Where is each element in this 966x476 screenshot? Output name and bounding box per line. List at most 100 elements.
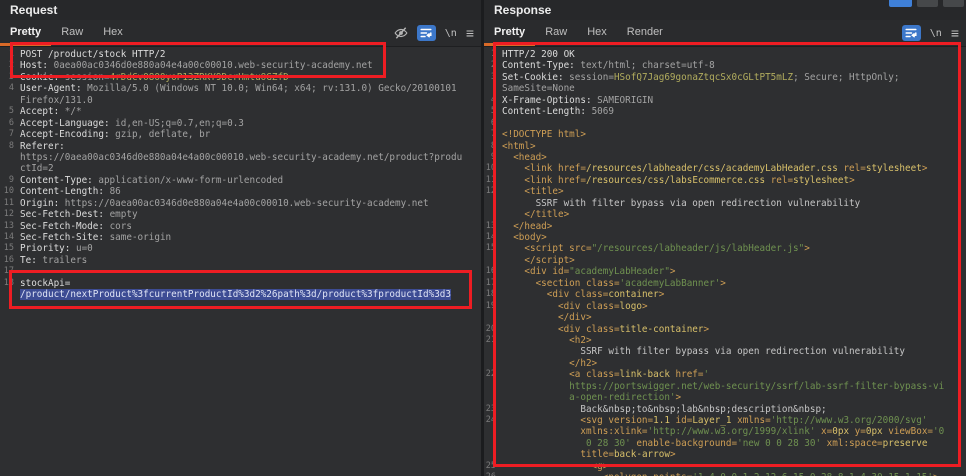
line-number: 23 xyxy=(484,404,496,415)
response-tabbar: Pretty Raw Hex Render \n ≡ xyxy=(484,20,966,47)
line-number: 6 xyxy=(484,118,496,129)
response-tab-pretty[interactable]: Pretty xyxy=(484,20,535,46)
panel-button[interactable] xyxy=(943,0,964,7)
line-number xyxy=(484,449,496,460)
line-number: 17 xyxy=(484,278,496,289)
code-line: 3Set-Cookie: session=HSofQ7Jag69gonaZtqc… xyxy=(484,72,966,83)
code-text: Sec-Fetch-Mode: cors xyxy=(20,221,132,232)
code-line: xmlns:xlink='http://www.w3.org/1999/xlin… xyxy=(484,426,966,437)
code-line: 4User-Agent: Mozilla/5.0 (Windows NT 10.… xyxy=(0,83,481,94)
code-line: SameSite=None xyxy=(484,83,966,94)
line-number xyxy=(484,312,496,323)
code-line: 9 <head> xyxy=(484,152,966,163)
code-line: 12 <title> xyxy=(484,186,966,197)
code-line: https://portswigger.net/web-security/ssr… xyxy=(484,381,966,392)
burp-message-editor: Request Pretty Raw Hex \n ≡ 1POST /produ… xyxy=(0,0,966,476)
code-text: <h2> xyxy=(502,335,592,346)
code-text: Sec-Fetch-Site: same-origin xyxy=(20,232,171,243)
code-text: HTTP/2 200 OK xyxy=(502,49,575,60)
request-code: 1POST /product/stock HTTP/22Host: 0aea00… xyxy=(0,49,481,301)
code-line: 6Accept-Language: id,en-US;q=0.7,en;q=0.… xyxy=(0,118,481,129)
code-text: <div id="academyLabHeader"> xyxy=(502,266,676,277)
code-line: 10Content-Length: 86 xyxy=(0,186,481,197)
line-number xyxy=(484,198,496,209)
line-number: 17 xyxy=(0,266,14,277)
code-text: </h2> xyxy=(502,358,597,369)
visibility-off-icon[interactable] xyxy=(394,26,408,40)
code-text: Accept-Language: id,en-US;q=0.7,en;q=0.3 xyxy=(20,118,244,129)
line-number: 22 xyxy=(484,369,496,380)
newline-toggle-icon[interactable]: \n xyxy=(445,28,457,39)
request-tab-hex[interactable]: Hex xyxy=(93,20,133,46)
line-number: 7 xyxy=(484,129,496,140)
code-text: <polygon points='1.4,0 0,1.2 12.6,15 0,2… xyxy=(502,472,939,476)
request-tab-pretty[interactable]: Pretty xyxy=(0,20,51,46)
line-number: 5 xyxy=(484,106,496,117)
line-number: 8 xyxy=(0,141,14,152)
line-number xyxy=(484,83,496,94)
code-text: Firefox/131.0 xyxy=(20,95,93,106)
code-text: Content-Length: 5069 xyxy=(502,106,614,117)
code-text: stockApi= xyxy=(20,278,70,289)
soft-wrap-icon[interactable] xyxy=(902,25,921,41)
line-number xyxy=(0,289,14,300)
request-panel-title: Request xyxy=(0,0,481,20)
response-editor[interactable]: 1HTTP/2 200 OK2Content-Type: text/html; … xyxy=(484,47,966,476)
code-text: <html> xyxy=(502,141,536,152)
code-line: 15Priority: u=0 xyxy=(0,243,481,254)
line-number: 14 xyxy=(0,232,14,243)
response-tab-render[interactable]: Render xyxy=(617,20,673,46)
blue-app-button[interactable] xyxy=(889,0,912,7)
code-line: 3Cookie: session=4rDdCvO8O0yoP13ZRKY9Dcr… xyxy=(0,72,481,83)
code-text: Content-Type: text/html; charset=utf-8 xyxy=(502,60,715,71)
line-number: 26 xyxy=(484,472,496,476)
response-tab-raw[interactable]: Raw xyxy=(535,20,577,46)
code-line: 26 <polygon points='1.4,0 0,1.2 12.6,15 … xyxy=(484,472,966,476)
response-tab-hex[interactable]: Hex xyxy=(577,20,617,46)
line-number: 15 xyxy=(0,243,14,254)
code-text: <link href=/resources/css/labsEcommerce.… xyxy=(502,175,855,186)
code-line: </h2> xyxy=(484,358,966,369)
code-text: </title> xyxy=(502,209,569,220)
code-line: 11 <link href=/resources/css/labsEcommer… xyxy=(484,175,966,186)
code-line: 14 Sec-Fetch-Site: same-origin xyxy=(0,232,481,243)
code-line: 5Accept: */* xyxy=(0,106,481,117)
editor-menu-icon[interactable]: ≡ xyxy=(951,25,959,41)
line-number: 21 xyxy=(484,335,496,346)
line-number xyxy=(484,392,496,403)
newline-toggle-icon[interactable]: \n xyxy=(930,28,942,39)
code-line: 17 <section class='academyLabBanner'> xyxy=(484,278,966,289)
code-text: Te: trailers xyxy=(20,255,87,266)
editor-menu-icon[interactable]: ≡ xyxy=(466,25,474,41)
code-text: a-open-redirection'> xyxy=(502,392,681,403)
response-code: 1HTTP/2 200 OK2Content-Type: text/html; … xyxy=(484,49,966,476)
line-number: 11 xyxy=(484,175,496,186)
code-text: <div class=title-container> xyxy=(502,324,709,335)
line-number: 20 xyxy=(484,324,496,335)
code-line: 12Sec-Fetch-Dest: empty xyxy=(0,209,481,220)
code-text: Accept: */* xyxy=(20,106,82,117)
request-tab-raw[interactable]: Raw xyxy=(51,20,93,46)
code-line: title=back-arrow> xyxy=(484,449,966,460)
code-line: 15 <script src="/resources/labheader/js/… xyxy=(484,243,966,254)
line-number xyxy=(0,152,14,163)
request-editor[interactable]: 1POST /product/stock HTTP/22Host: 0aea00… xyxy=(0,47,481,476)
code-text: <div class=container> xyxy=(502,289,664,300)
code-line: 11Origin: https://0aea00ac0346d0e880a04e… xyxy=(0,198,481,209)
line-number: 12 xyxy=(484,186,496,197)
line-number: 24 xyxy=(484,415,496,426)
code-text: Back&nbsp;to&nbsp;lab&nbsp;description&n… xyxy=(502,404,827,415)
code-text: </head> xyxy=(502,221,552,232)
code-text: X-Frame-Options: SAMEORIGIN xyxy=(502,95,653,106)
code-line: 16Te: trailers xyxy=(0,255,481,266)
soft-wrap-icon[interactable] xyxy=(417,25,436,41)
line-number xyxy=(484,381,496,392)
line-number xyxy=(484,209,496,220)
line-number: 14 xyxy=(484,232,496,243)
panel-button[interactable] xyxy=(917,0,938,7)
code-text: Cookie: session=4rDdCvO8O0yoP13ZRKY9DcrH… xyxy=(20,72,289,83)
code-text: Content-Length: 86 xyxy=(20,186,121,197)
line-number: 8 xyxy=(484,141,496,152)
line-number xyxy=(0,95,14,106)
code-line: 0 28 30' enable-background='new 0 0 28 3… xyxy=(484,438,966,449)
